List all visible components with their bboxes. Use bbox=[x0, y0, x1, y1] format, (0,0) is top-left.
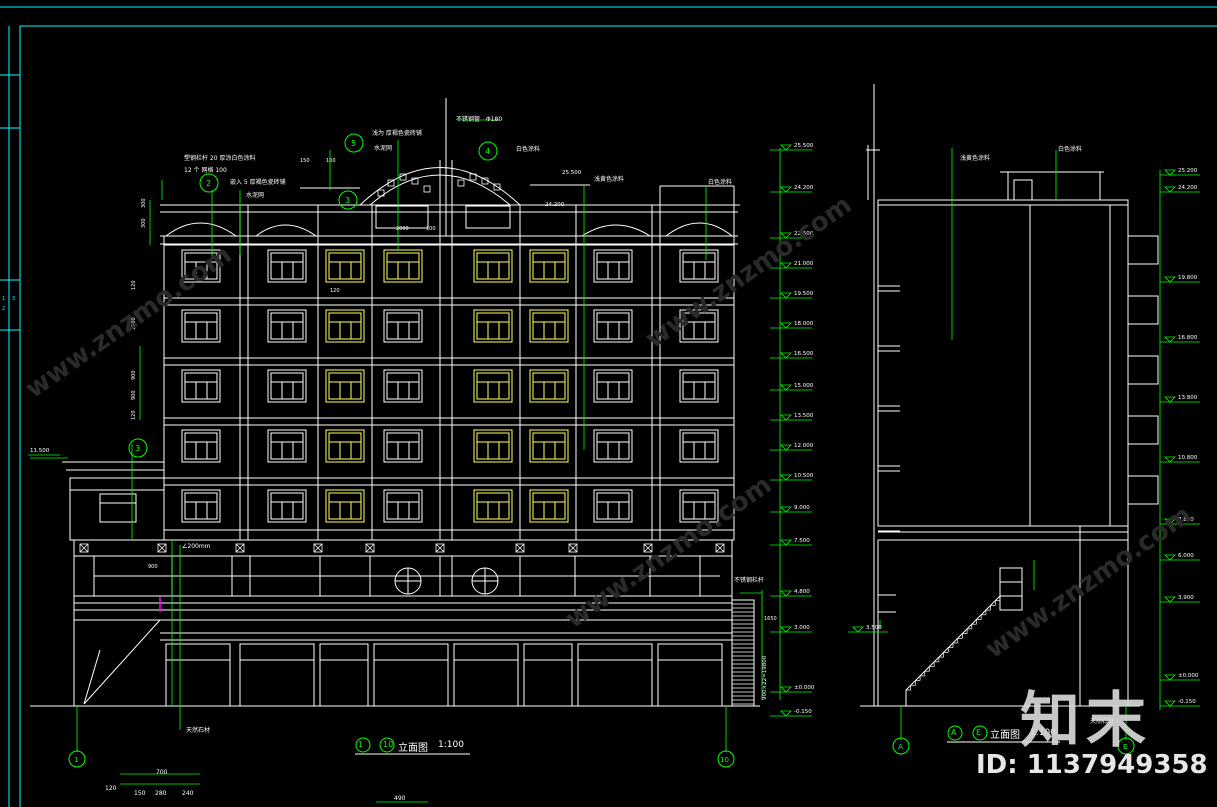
svg-text:2: 2 bbox=[2, 306, 5, 312]
elevation-value: 9.000 bbox=[794, 505, 810, 511]
annotation-label: 塑钢栏杆 20 厚涂白色涂料 bbox=[184, 154, 255, 162]
annotation-label: 不锈钢管 bbox=[456, 115, 480, 123]
elevation-value: 19.500 bbox=[794, 291, 814, 297]
dimension-value: 900 bbox=[131, 390, 137, 400]
elevation-value: 18.000 bbox=[794, 321, 814, 327]
annotation-label: ∠200mm bbox=[182, 543, 211, 550]
elevation-value: 3.900 bbox=[1178, 595, 1194, 601]
annotation-label: 12 个 网格 100 bbox=[184, 166, 227, 174]
callout-number: 3 bbox=[135, 444, 140, 453]
elevation-value: -0.150 bbox=[794, 709, 812, 715]
annotation-label: 白色涂料 bbox=[708, 178, 732, 186]
dimension-value: 1650 bbox=[764, 616, 777, 622]
dimension-value: 490 bbox=[394, 795, 406, 802]
dimension-value: 150 bbox=[300, 158, 310, 164]
elevation-value: ±0.000 bbox=[794, 685, 815, 691]
elevation-value: 10.800 bbox=[1178, 455, 1198, 461]
dimension-value: 100 bbox=[426, 226, 436, 232]
axis-number: 10 bbox=[720, 756, 729, 764]
elevation-value: 24.200 bbox=[1178, 185, 1198, 191]
elevation-value: 6.000 bbox=[1178, 553, 1194, 559]
dimension-value: 120 bbox=[105, 785, 117, 792]
elevation-value: 25.200 bbox=[1178, 168, 1198, 174]
dimension-value: 300 bbox=[141, 198, 147, 208]
callout-number: 3 bbox=[345, 196, 350, 205]
elevation-2-title: 立面图 bbox=[990, 730, 1020, 741]
watermark-brand: 知末 bbox=[1020, 686, 1152, 756]
elevation-value: 21.000 bbox=[794, 261, 814, 267]
elevation-value: ±0.000 bbox=[1178, 673, 1199, 679]
elevation-value: 3.000 bbox=[794, 625, 810, 631]
dimension-value: 120 bbox=[131, 280, 137, 290]
dimension-value: 100 bbox=[326, 158, 336, 164]
svg-text:1: 1 bbox=[2, 296, 5, 302]
annotation-label: 水泥网 bbox=[246, 191, 264, 199]
dimension-value: 700 bbox=[156, 769, 168, 776]
callout-number: 2 bbox=[206, 179, 211, 188]
elevation-value: 11.500 bbox=[30, 448, 50, 454]
dimension-value: 300 bbox=[141, 218, 147, 228]
annotation-label: 浅为 厚褐色瓷砖铺 bbox=[372, 129, 422, 137]
elevation-value: 10.500 bbox=[794, 473, 814, 479]
elevation-value: 24.200 bbox=[794, 185, 814, 191]
dimension-value: 900 bbox=[148, 564, 158, 570]
annotation-label: 水泥网 bbox=[374, 144, 392, 152]
elevation-value: -0.150 bbox=[1178, 699, 1196, 705]
dimension-value: 2800 bbox=[396, 226, 409, 232]
annotation-label: 白色涂料 bbox=[516, 145, 540, 153]
axis-label-10: 10 bbox=[383, 740, 394, 749]
dimension-value: 240 bbox=[182, 790, 194, 797]
elevation-value: 7.500 bbox=[794, 538, 810, 544]
elevation-value: 4.800 bbox=[794, 589, 810, 595]
svg-text:3: 3 bbox=[12, 296, 15, 302]
elevation-value: 13.800 bbox=[1178, 395, 1198, 401]
axis-label-e: E bbox=[976, 728, 982, 737]
dimension-value: 900×22=19800 bbox=[762, 655, 768, 700]
annotation-label: 嵌入 5 厚褐色瓷砖铺 bbox=[230, 178, 286, 186]
dimension-value: 280 bbox=[155, 790, 167, 797]
axis-number: 1 bbox=[74, 756, 78, 764]
elevation-1-scale: 1:100 bbox=[438, 740, 464, 750]
dimension-value: 120 bbox=[131, 410, 137, 420]
elevation-1-title: 立面图 bbox=[398, 743, 428, 754]
callout-number: 4 bbox=[485, 147, 490, 156]
elevation-value: 16.500 bbox=[794, 351, 814, 357]
elevation-value: 16.800 bbox=[1178, 335, 1198, 341]
elevation-value: 12.000 bbox=[794, 443, 814, 449]
callout-number: 5 bbox=[351, 139, 356, 148]
axis-label-a: A bbox=[951, 728, 957, 737]
elevation-value: 13.500 bbox=[794, 413, 814, 419]
annotation-label: Φ180 bbox=[486, 116, 502, 123]
annotation-label: 浅黄色涂料 bbox=[594, 175, 624, 183]
elevation-value: 25.500 bbox=[562, 170, 582, 176]
elevation-value: 15.000 bbox=[794, 383, 814, 389]
dimension-value: 150 bbox=[134, 790, 146, 797]
axis-number: A bbox=[898, 743, 903, 751]
annotation-label: 天然石材 bbox=[186, 726, 210, 734]
elevation-value: 19.800 bbox=[1178, 275, 1198, 281]
watermark-id: ID: 1137949358 bbox=[976, 750, 1208, 780]
annotation-label: 浅黄色涂料 bbox=[960, 154, 990, 162]
dimension-value: 120 bbox=[330, 288, 340, 294]
elevation-value: 3.500 bbox=[866, 625, 882, 631]
annotation-label: 白色涂料 bbox=[1058, 145, 1082, 153]
axis-label-1: 1 bbox=[358, 740, 364, 749]
dimension-value: 900 bbox=[131, 370, 137, 380]
elevation-value: 25.500 bbox=[794, 143, 814, 149]
annotation-label: 不锈钢栏杆 bbox=[734, 576, 764, 584]
elevation-value: 24.200 bbox=[545, 202, 565, 208]
